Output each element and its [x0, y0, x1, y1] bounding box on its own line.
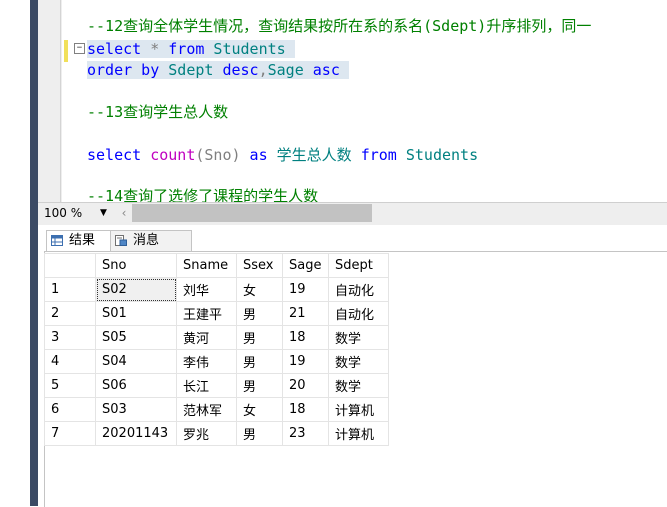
- keyword-order-by: order by: [87, 61, 160, 79]
- row-number[interactable]: 3: [44, 325, 96, 350]
- editor-gutter: [38, 0, 62, 202]
- cell-sname[interactable]: 王建平: [176, 301, 237, 326]
- cell-ssex[interactable]: 男: [236, 301, 283, 326]
- cell-sname[interactable]: 黄河: [176, 325, 237, 350]
- cell-ssex[interactable]: 女: [236, 277, 283, 302]
- alias-name: 学生总人数: [267, 146, 352, 164]
- chevron-down-icon[interactable]: ▼: [100, 205, 107, 221]
- results-grid[interactable]: Sno Sname Ssex Sage Sdept 1 S02 刘华 女 19 …: [44, 253, 389, 446]
- cell-ssex[interactable]: 男: [236, 325, 283, 350]
- code-line-comment-12[interactable]: --12查询全体学生情况，查询结果按所在系的系名(Sdept)升序排列，同一: [87, 16, 591, 37]
- change-marker: [64, 40, 68, 62]
- cell-sage[interactable]: 18: [282, 397, 329, 422]
- table-row[interactable]: 1 S02 刘华 女 19 自动化: [44, 277, 389, 302]
- cell-sname[interactable]: 长江: [176, 373, 237, 398]
- column-header-sname[interactable]: Sname: [176, 253, 237, 278]
- column-header-ssex[interactable]: Ssex: [236, 253, 283, 278]
- cell-ssex[interactable]: 男: [236, 421, 283, 446]
- keyword-from: from: [168, 40, 205, 58]
- cell-sage[interactable]: 19: [282, 349, 329, 374]
- table-name-2: Students: [396, 146, 479, 164]
- cell-sno[interactable]: S01: [95, 301, 177, 326]
- tab-results-label: 结果: [69, 233, 96, 248]
- keyword-select: select: [87, 40, 142, 58]
- collapse-icon[interactable]: −: [74, 43, 85, 54]
- cell-sdept[interactable]: 数学: [328, 373, 389, 398]
- cell-sage[interactable]: 21: [282, 301, 329, 326]
- cell-ssex[interactable]: 女: [236, 397, 283, 422]
- table-row[interactable]: 5 S06 长江 男 20 数学: [44, 373, 389, 398]
- code-line-count[interactable]: select count(Sno) as 学生总人数 from Students: [87, 145, 478, 166]
- row-number[interactable]: 6: [44, 397, 96, 422]
- table-name: Students: [204, 40, 286, 58]
- comma-token: ,: [258, 61, 268, 79]
- column-header-sno[interactable]: Sno: [95, 253, 177, 278]
- code-line-comment-14[interactable]: --14查询了选修了课程的学生人数: [87, 186, 318, 202]
- cell-sage[interactable]: 20: [282, 373, 329, 398]
- star-token: *: [141, 40, 169, 58]
- keyword-select-2: select: [87, 146, 142, 164]
- grid-header-row: Sno Sname Ssex Sage Sdept: [44, 253, 389, 278]
- function-count: count: [141, 146, 196, 164]
- row-number[interactable]: 2: [44, 301, 96, 326]
- tab-messages[interactable]: 消息: [110, 230, 192, 251]
- cell-sno[interactable]: 20201143: [95, 421, 177, 446]
- cell-sdept[interactable]: 自动化: [328, 277, 389, 302]
- cell-sno[interactable]: S05: [95, 325, 177, 350]
- gutter-separator: [60, 0, 61, 202]
- keyword-asc: asc: [303, 61, 340, 79]
- row-number[interactable]: 1: [44, 277, 96, 302]
- cell-sage[interactable]: 18: [282, 325, 329, 350]
- column-header-sdept[interactable]: Sdept: [328, 253, 389, 278]
- count-argument: (Sno): [195, 146, 241, 164]
- cell-sdept[interactable]: 自动化: [328, 301, 389, 326]
- keyword-as: as: [240, 146, 268, 164]
- cell-sno[interactable]: S04: [95, 349, 177, 374]
- table-row[interactable]: 3 S05 黄河 男 18 数学: [44, 325, 389, 350]
- horizontal-scrollbar-thumb[interactable]: [132, 204, 372, 222]
- table-row[interactable]: 2 S01 王建平 男 21 自动化: [44, 301, 389, 326]
- cell-sdept[interactable]: 数学: [328, 349, 389, 374]
- grid-corner[interactable]: [44, 253, 96, 278]
- cell-sname[interactable]: 罗兆: [176, 421, 237, 446]
- cell-sage[interactable]: 23: [282, 421, 329, 446]
- table-row[interactable]: 6 S03 范林军 女 18 计算机: [44, 397, 389, 422]
- cell-sname[interactable]: 范林军: [176, 397, 237, 422]
- grid-icon: [51, 235, 63, 246]
- cell-sdept[interactable]: 数学: [328, 325, 389, 350]
- window-left-border: [30, 0, 38, 506]
- column-sdept: Sdept: [159, 61, 223, 79]
- cell-ssex[interactable]: 男: [236, 373, 283, 398]
- code-line-comment-13[interactable]: --13查询学生总人数: [87, 102, 228, 123]
- table-row[interactable]: 7 20201143 罗兆 男 23 计算机: [44, 421, 389, 446]
- keyword-desc: desc: [222, 61, 259, 79]
- row-number[interactable]: 4: [44, 349, 96, 374]
- cell-sdept[interactable]: 计算机: [328, 397, 389, 422]
- column-header-sage[interactable]: Sage: [282, 253, 329, 278]
- table-row[interactable]: 4 S04 李伟 男 19 数学: [44, 349, 389, 374]
- cell-sno[interactable]: S02: [95, 277, 177, 302]
- row-number[interactable]: 5: [44, 373, 96, 398]
- cell-sdept[interactable]: 计算机: [328, 421, 389, 446]
- cell-sage[interactable]: 19: [282, 277, 329, 302]
- cell-sno[interactable]: S03: [95, 397, 177, 422]
- cell-sname[interactable]: 李伟: [176, 349, 237, 374]
- row-number[interactable]: 7: [44, 421, 96, 446]
- tab-messages-label: 消息: [133, 233, 160, 248]
- column-sage: Sage: [267, 61, 304, 79]
- message-icon: [115, 235, 127, 246]
- scroll-left-icon[interactable]: ‹: [118, 204, 130, 222]
- cell-ssex[interactable]: 男: [236, 349, 283, 374]
- cell-sno[interactable]: S06: [95, 373, 177, 398]
- code-line-select-students[interactable]: select * from Students: [87, 39, 295, 60]
- keyword-from-2: from: [351, 146, 397, 164]
- code-line-order-by[interactable]: order by Sdept desc,Sage asc: [87, 60, 349, 81]
- cell-sname[interactable]: 刘华: [176, 277, 237, 302]
